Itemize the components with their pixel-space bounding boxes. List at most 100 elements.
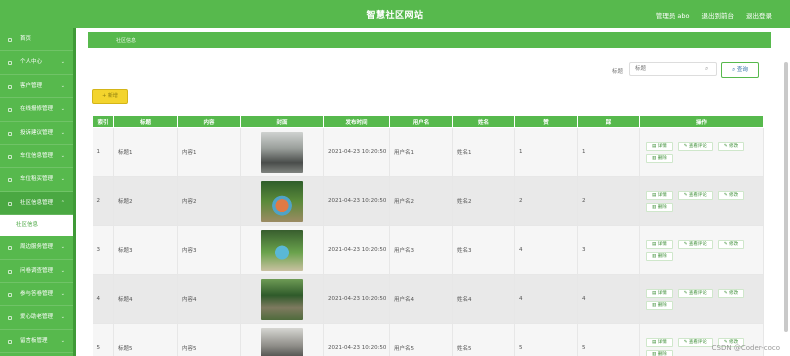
detail-button[interactable]: ▤ 详情 xyxy=(646,141,673,151)
delete-button[interactable]: ▥ 删除 xyxy=(646,349,673,356)
menu-icon xyxy=(8,178,12,183)
cell-index: 3 xyxy=(92,225,114,275)
column-header[interactable]: 索引 xyxy=(92,115,114,128)
view-comments-button[interactable]: ✎ 查看评论 xyxy=(677,288,713,298)
sidebar-item-message-board[interactable]: 留言板管理 ⌄ xyxy=(0,330,73,354)
cell-username: 用户名5 xyxy=(389,323,453,356)
menu-icon xyxy=(8,269,12,274)
cell-content: 内容4 xyxy=(177,274,241,324)
sidebar-item-customer[interactable]: 客户管理 ⌄ xyxy=(0,75,73,99)
cover-image[interactable] xyxy=(261,180,303,222)
chevron-down-icon: ⌄ xyxy=(60,82,65,89)
cell-like: 1 xyxy=(514,127,578,177)
scrollbar[interactable] xyxy=(784,62,788,332)
edit-icon: ✎ xyxy=(683,339,688,345)
cell-index: 5 xyxy=(92,323,114,356)
column-header[interactable]: 封面 xyxy=(240,115,324,128)
edit-button[interactable]: ✎ 修改 xyxy=(717,239,745,249)
cell-name: 姓名2 xyxy=(452,176,515,226)
cell-content: 内容2 xyxy=(177,176,241,226)
cell-cover xyxy=(240,176,324,226)
delete-button[interactable]: ▥ 删除 xyxy=(646,300,673,310)
cover-image[interactable] xyxy=(261,327,303,356)
delete-button[interactable]: ▥ 删除 xyxy=(646,202,673,212)
cell-name: 姓名5 xyxy=(452,323,515,356)
cell-content: 内容3 xyxy=(177,225,241,275)
cell-username: 用户名2 xyxy=(389,176,453,226)
search-label: 标题 xyxy=(612,69,624,75)
cell-index: 2 xyxy=(92,176,114,226)
table-row: 3 标题3 内容3 2021-04-23 10:20:50 用户名3 姓名3 4 3 ▤ 详情 ✎… xyxy=(92,225,764,275)
sidebar-item-community-info-mgmt[interactable]: 社区信息管理 ⌃ xyxy=(0,191,73,216)
table-row: 5 标题5 内容5 2021-04-23 10:20:50 用户名5 姓名5 5 5 ▤ 详情 ✎… xyxy=(92,323,764,356)
cover-image[interactable] xyxy=(261,229,303,271)
add-button[interactable]: + 新增 xyxy=(92,89,128,104)
sidebar-item-answers[interactable]: 参与答卷管理 ⌄ xyxy=(0,283,73,307)
sidebar-item-complaints[interactable]: 投诉建议管理 ⌄ xyxy=(0,122,73,145)
sidebar-item-personal-center[interactable]: 个人中心 ⌄ xyxy=(0,51,73,75)
detail-button[interactable]: ▤ 详情 xyxy=(646,337,673,347)
cell-username: 用户名4 xyxy=(389,274,453,324)
cell-title: 标题1 xyxy=(113,127,178,177)
cell-content: 内容1 xyxy=(177,127,241,177)
view-comments-button[interactable]: ✎ 查看评论 xyxy=(677,239,713,249)
menu-icon xyxy=(8,339,12,344)
view-comments-button[interactable]: ✎ 查看评论 xyxy=(677,190,713,200)
edit-button[interactable]: ✎ 修改 xyxy=(717,288,745,298)
edit-icon: ✎ xyxy=(723,143,728,149)
cell-dislike: 2 xyxy=(577,176,640,226)
delete-button[interactable]: ▥ 删除 xyxy=(646,251,673,261)
menu-icon xyxy=(8,61,12,66)
search-input[interactable] xyxy=(629,62,717,76)
watermark: CSDN @Coder-coco xyxy=(711,344,780,352)
column-header[interactable]: 用户名 xyxy=(389,115,453,128)
query-button[interactable]: ⌕ 查询 xyxy=(721,62,759,78)
logout-link[interactable]: 退出登录 xyxy=(746,10,772,20)
delete-button[interactable]: ▥ 删除 xyxy=(646,153,673,163)
back-to-front-link[interactable]: 退出到前台 xyxy=(702,10,735,20)
menu-icon xyxy=(8,246,12,251)
view-comments-button[interactable]: ✎ 查看评论 xyxy=(677,337,713,347)
sidebar-item-repair[interactable]: 在线报修管理 ⌄ xyxy=(0,98,73,122)
sidebar-item-home[interactable]: 首页 xyxy=(0,28,73,52)
column-header[interactable]: 姓名 xyxy=(452,115,515,128)
cell-dislike: 5 xyxy=(577,323,640,356)
sidebar-item-nearby-services[interactable]: 周边服务管理 ⌄ xyxy=(0,236,73,260)
cell-content: 内容5 xyxy=(177,323,241,356)
cell-time: 2021-04-23 10:20:50 xyxy=(323,127,390,177)
sidebar-item-survey[interactable]: 问卷调查管理 ⌄ xyxy=(0,260,73,283)
sidebar-item-parking-info[interactable]: 车位信息管理 ⌄ xyxy=(0,145,73,169)
admin-label: 管理员 abo xyxy=(655,12,690,20)
cell-dislike: 1 xyxy=(577,127,640,177)
detail-button[interactable]: ▤ 详情 xyxy=(646,190,673,200)
search-icon: ⌕ xyxy=(705,65,709,72)
cell-cover xyxy=(240,127,324,177)
cover-image[interactable] xyxy=(261,278,303,320)
cell-like: 5 xyxy=(514,323,578,356)
table-header-row: 索引 标题 内容 封面 发布时间 用户名 姓名 赞 踩 操作 xyxy=(92,115,764,128)
chevron-down-icon: ⌄ xyxy=(60,290,65,297)
edit-button[interactable]: ✎ 修改 xyxy=(717,141,745,151)
sidebar-item-elderly-care[interactable]: 爱心助老管理 ⌄ xyxy=(0,306,73,330)
detail-button[interactable]: ▤ 详情 xyxy=(646,288,673,298)
sidebar-subitem-community-info[interactable]: 社区信息 xyxy=(0,215,73,237)
edit-button[interactable]: ✎ 修改 xyxy=(717,190,745,200)
menu-icon xyxy=(8,292,12,297)
cell-cover xyxy=(240,225,324,275)
cell-time: 2021-04-23 10:20:50 xyxy=(323,176,390,226)
column-header[interactable]: 内容 xyxy=(177,115,241,128)
cover-image[interactable] xyxy=(261,131,303,173)
view-comments-button[interactable]: ✎ 查看评论 xyxy=(677,141,713,151)
detail-button[interactable]: ▤ 详情 xyxy=(646,239,673,249)
cell-time: 2021-04-23 10:20:50 xyxy=(323,274,390,324)
trash-icon: ▥ xyxy=(652,302,657,308)
top-navbar: 智慧社区网站 管理员 abo 退出到前台 退出登录 xyxy=(0,0,790,28)
edit-icon: ✎ xyxy=(683,192,688,198)
column-header[interactable]: 踩 xyxy=(577,115,640,128)
column-header[interactable]: 赞 xyxy=(514,115,578,128)
cell-title: 标题2 xyxy=(113,176,178,226)
sidebar-item-parking-rent[interactable]: 车位租买管理 ⌄ xyxy=(0,168,73,192)
column-header[interactable]: 标题 xyxy=(113,115,178,128)
cell-actions: ▤ 详情 ✎ 查看评论 ✎ 修改 ▥ 删除 xyxy=(639,225,764,275)
column-header[interactable]: 发布时间 xyxy=(323,115,390,128)
